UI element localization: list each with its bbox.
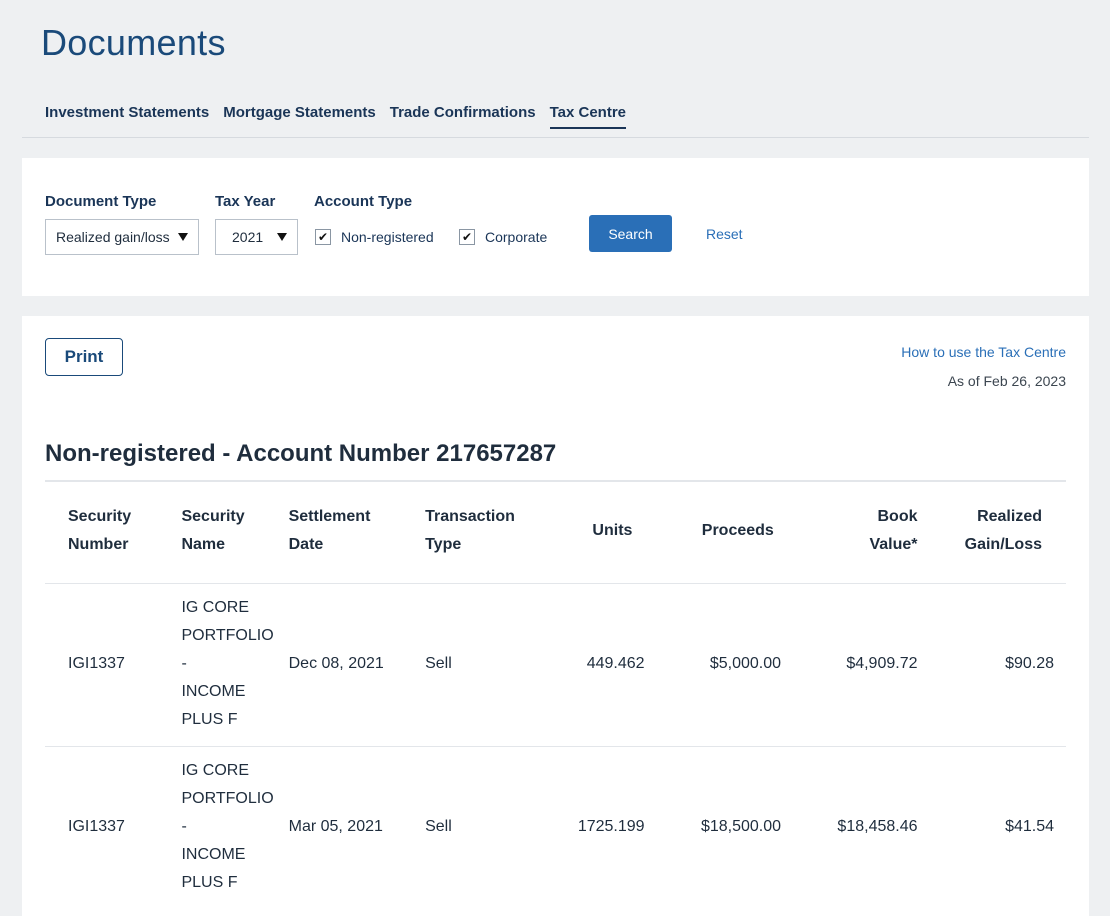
col-book-value: Book Value*	[793, 483, 929, 584]
header-line: Security	[181, 508, 245, 525]
header-line: Units	[592, 522, 633, 539]
table-header-row: Security Number Security Name Settlement…	[45, 483, 1066, 584]
tab-tax-centre[interactable]: Tax Centre	[549, 104, 627, 129]
header-line: Settlement	[288, 508, 371, 525]
non-registered-checkbox[interactable]: ✔ Non-registered	[315, 229, 434, 245]
checkmark-icon[interactable]: ✔	[315, 229, 331, 245]
security-name-line: PLUS F	[181, 711, 238, 728]
security-name-line: -	[181, 818, 187, 835]
col-proceeds: Proceeds	[657, 483, 793, 584]
book-value-cell: $18,458.46	[793, 746, 930, 909]
security-name-line: PLUS F	[181, 874, 238, 891]
header-line: Proceeds	[701, 522, 774, 539]
header-line: Type	[425, 536, 462, 553]
proceeds-cell: $5,000.00	[656, 583, 794, 747]
security-name-line: PORTFOLIO	[181, 627, 274, 644]
corporate-label: Corporate	[485, 229, 548, 245]
tax-year-value: 2021	[232, 229, 264, 245]
documents-tabs: Investment Statements Mortgage Statement…	[45, 104, 627, 129]
account-type-label: Account Type	[314, 193, 413, 210]
document-type-select[interactable]: Realized gain/loss	[45, 219, 199, 255]
book-value-cell: $4,909.72	[793, 583, 930, 747]
proceeds-cell: $18,500.00	[656, 746, 794, 909]
security-name-line: IG CORE	[181, 762, 250, 779]
col-security-number: Security Number	[45, 483, 181, 584]
tab-mortgage-statements[interactable]: Mortgage Statements	[223, 104, 376, 129]
tax-year-select[interactable]: 2021	[215, 219, 298, 255]
header-line: Gain/Loss	[964, 536, 1042, 553]
tabs-divider	[22, 137, 1089, 138]
as-of-date: As of Feb 26, 2023	[947, 373, 1066, 389]
search-button[interactable]: Search	[589, 215, 672, 252]
page-title: Documents	[41, 22, 226, 63]
realized-gain-loss-cell: $90.28	[929, 583, 1066, 747]
security-name-cell: IG CORE PORTFOLIO - INCOME PLUS F	[181, 746, 289, 909]
settlement-date-cell: Mar 05, 2021	[288, 746, 426, 909]
header-line: Date	[288, 536, 324, 553]
security-name-line: INCOME	[181, 846, 246, 863]
header-line: Security	[68, 508, 132, 525]
col-units: Units	[538, 483, 656, 584]
reset-link[interactable]: Reset	[706, 226, 743, 242]
document-type-label: Document Type	[45, 193, 157, 210]
document-type-value: Realized gain/loss	[56, 229, 170, 245]
caret-down-icon	[277, 233, 287, 241]
header-line: Transaction	[425, 508, 515, 525]
security-name-line: PORTFOLIO	[181, 790, 274, 807]
header-line: Realized	[977, 508, 1042, 525]
security-name-line: -	[181, 655, 187, 672]
header-line: Book	[877, 508, 918, 525]
realized-gain-loss-table: Security Number Security Name Settlement…	[45, 483, 1066, 909]
col-transaction-type: Transaction Type	[425, 483, 538, 584]
col-realized-gain-loss: Realized Gain/Loss	[930, 483, 1067, 584]
security-number-cell: IGI1337	[45, 583, 182, 747]
tax-year-label: Tax Year	[215, 193, 276, 210]
security-number-cell: IGI1337	[45, 746, 182, 909]
security-name-line: IG CORE	[181, 599, 250, 616]
settlement-date-cell: Dec 08, 2021	[288, 583, 426, 747]
filter-panel: Document Type Realized gain/loss Tax Yea…	[22, 158, 1089, 296]
col-security-name: Security Name	[181, 483, 288, 584]
transaction-type-cell: Sell	[425, 746, 539, 909]
table-row: IGI1337 IG CORE PORTFOLIO - INCOME PLUS …	[45, 746, 1066, 909]
account-section-title: Non-registered - Account Number 21765728…	[45, 440, 557, 467]
units-cell: 449.462	[538, 583, 657, 747]
caret-down-icon	[178, 233, 188, 241]
col-settlement-date: Settlement Date	[289, 483, 425, 584]
header-line: Name	[181, 536, 226, 553]
corporate-checkbox[interactable]: ✔ Corporate	[459, 229, 547, 245]
security-name-line: INCOME	[181, 683, 246, 700]
realized-gain-loss-cell: $41.54	[929, 746, 1066, 909]
header-line: Number	[68, 536, 129, 553]
section-divider	[45, 480, 1066, 482]
transaction-type-cell: Sell	[425, 583, 539, 747]
tab-investment-statements[interactable]: Investment Statements	[45, 104, 209, 129]
table-row: IGI1337 IG CORE PORTFOLIO - INCOME PLUS …	[45, 583, 1066, 747]
header-line: Value*	[869, 536, 918, 553]
security-name-cell: IG CORE PORTFOLIO - INCOME PLUS F	[181, 583, 289, 747]
checkmark-icon[interactable]: ✔	[459, 229, 475, 245]
units-cell: 1725.199	[538, 746, 657, 909]
results-panel: Print How to use the Tax Centre As of Fe…	[22, 316, 1089, 916]
tax-centre-help-link[interactable]: How to use the Tax Centre	[901, 344, 1066, 360]
print-button[interactable]: Print	[45, 338, 123, 376]
tab-trade-confirmations[interactable]: Trade Confirmations	[390, 104, 536, 129]
non-registered-label: Non-registered	[341, 229, 434, 245]
